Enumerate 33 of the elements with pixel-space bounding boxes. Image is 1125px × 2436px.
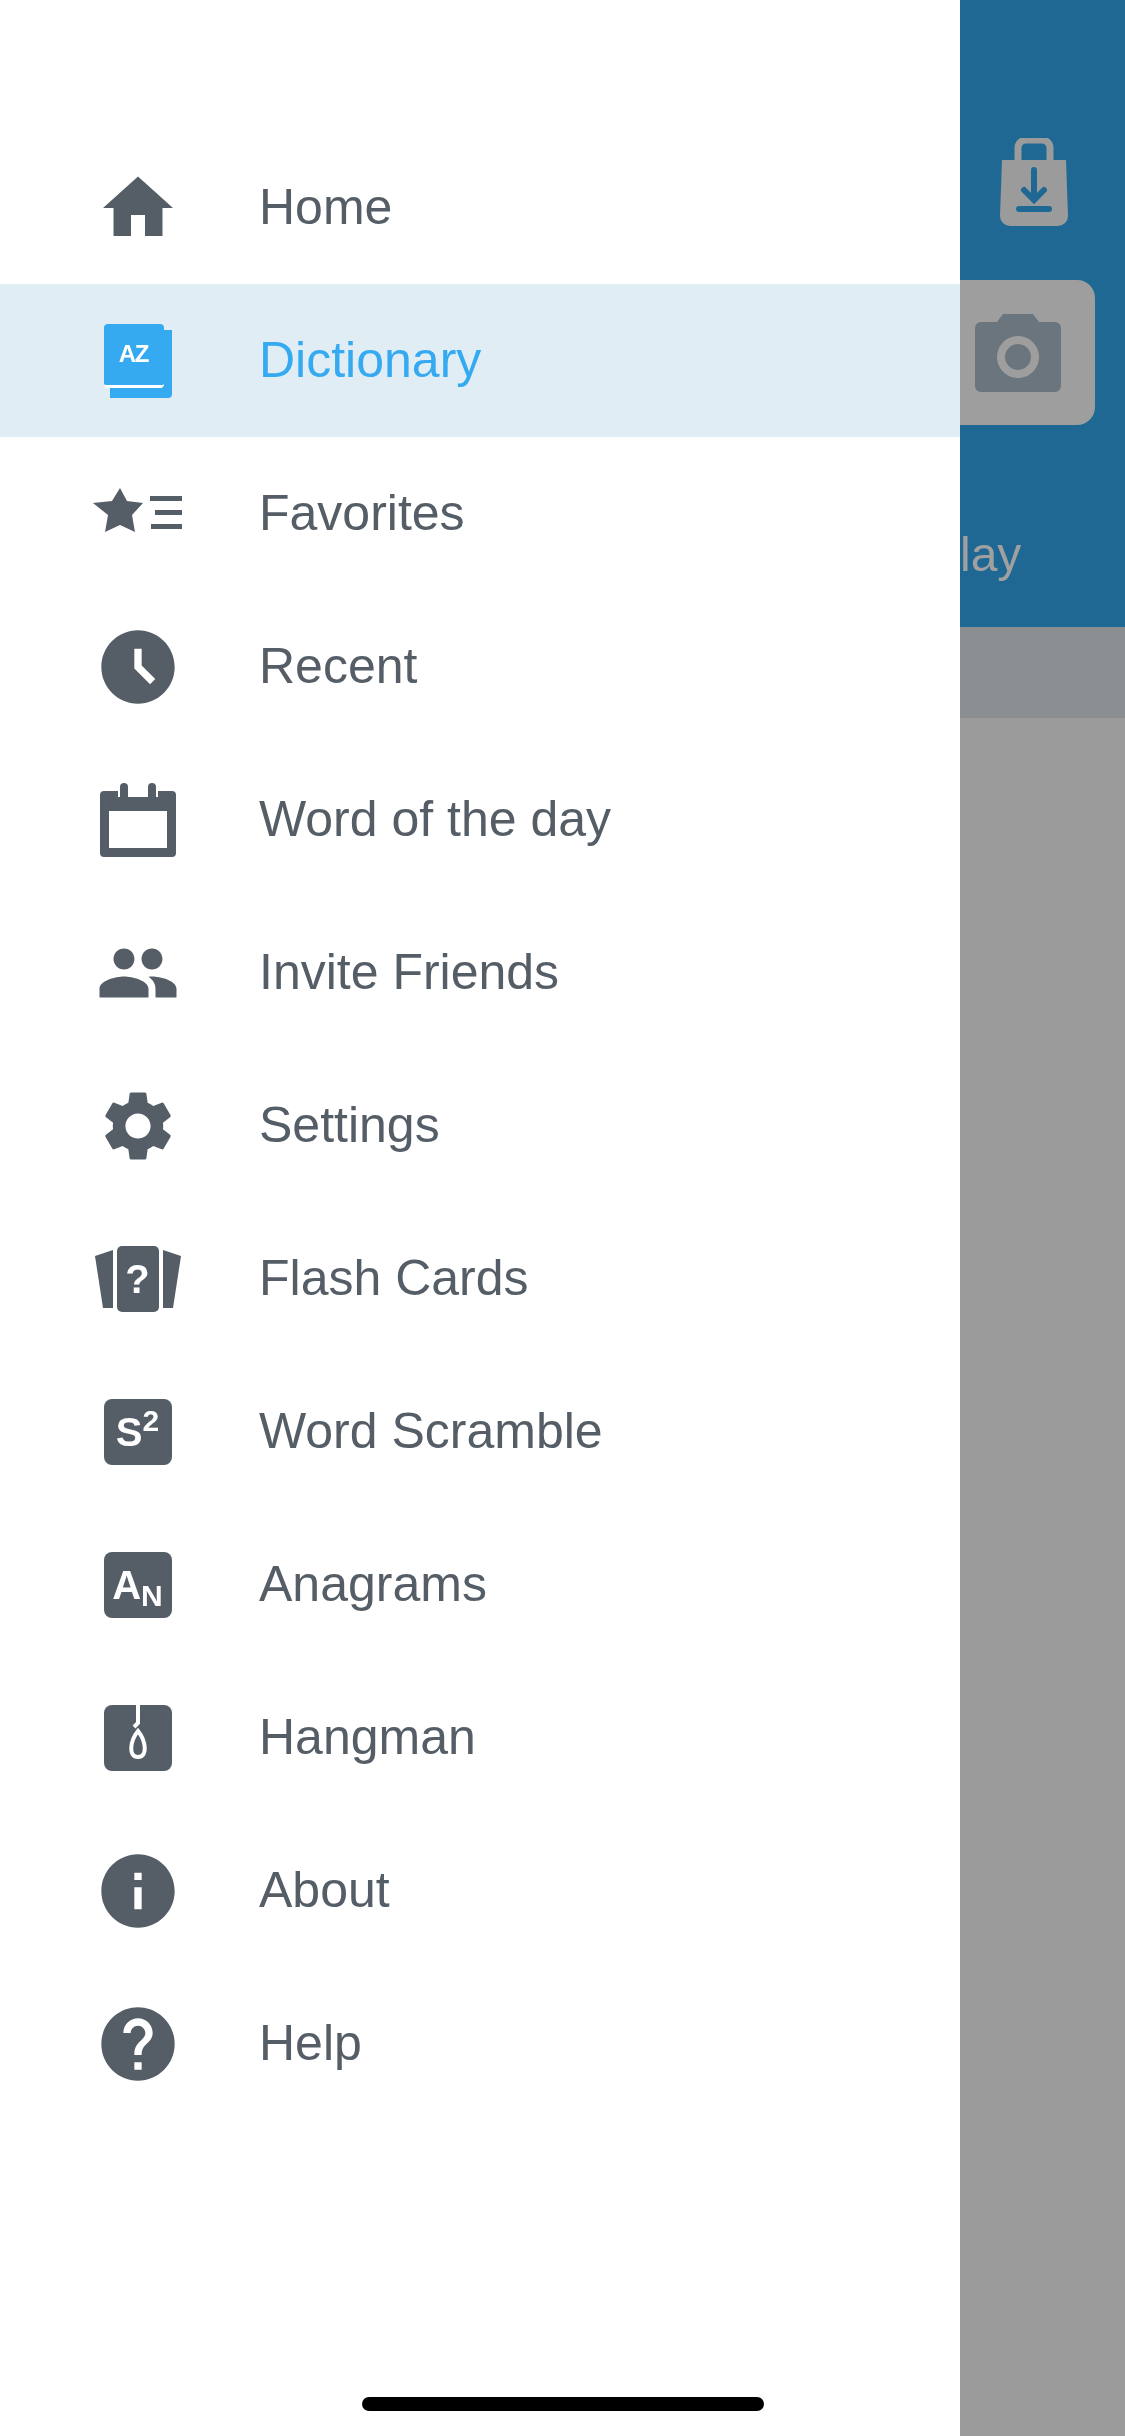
camera-icon (975, 313, 1061, 392)
menu-label: Home (259, 178, 393, 237)
menu-item[interactable]: Word of the day (0, 743, 960, 896)
menu-item[interactable]: Invite Friends (0, 896, 960, 1049)
menu-item[interactable]: ? Flash Cards (0, 1202, 960, 1355)
letter-tile-icon: S$^{2}$ (103, 1398, 172, 1465)
noose-icon (103, 1704, 172, 1771)
menu-item[interactable]: Hangman (0, 1661, 960, 1814)
menu-item[interactable]: Settings (0, 1049, 960, 1202)
bag-download-icon (1000, 138, 1068, 226)
menu-item[interactable]: A$_{N}$ Anagrams (0, 1508, 960, 1661)
menu-item[interactable]: Favorites (0, 437, 960, 590)
camera-button[interactable] (960, 280, 1095, 425)
menu-label: Word of the day (259, 790, 612, 849)
menu-label: Word Scramble (259, 1402, 603, 1461)
menu-item[interactable]: S$^{2}$ Word Scramble (0, 1355, 960, 1508)
letter-tile-icon: A$_{N}$ (103, 1551, 172, 1618)
menu-label: Dictionary (259, 331, 482, 390)
menu-label: Help (259, 2014, 362, 2073)
header-text: lay (960, 531, 1023, 579)
menu-item[interactable]: About (0, 1814, 960, 1967)
menu-label: Favorites (259, 484, 465, 543)
menu-item[interactable]: Home (0, 131, 960, 284)
calendar-icon (99, 782, 176, 857)
menu-label: Flash Cards (259, 1249, 529, 1308)
menu-label: Invite Friends (259, 943, 560, 1002)
menu-label: Hangman (259, 1708, 476, 1767)
menu-label: Anagrams (259, 1555, 487, 1614)
menu-item[interactable]: Help (0, 1967, 960, 2120)
menu-item[interactable]: Recent (0, 590, 960, 743)
menu-label: Recent (259, 637, 418, 696)
menu-label: Settings (259, 1096, 440, 1155)
menu-label: About (259, 1861, 390, 1920)
